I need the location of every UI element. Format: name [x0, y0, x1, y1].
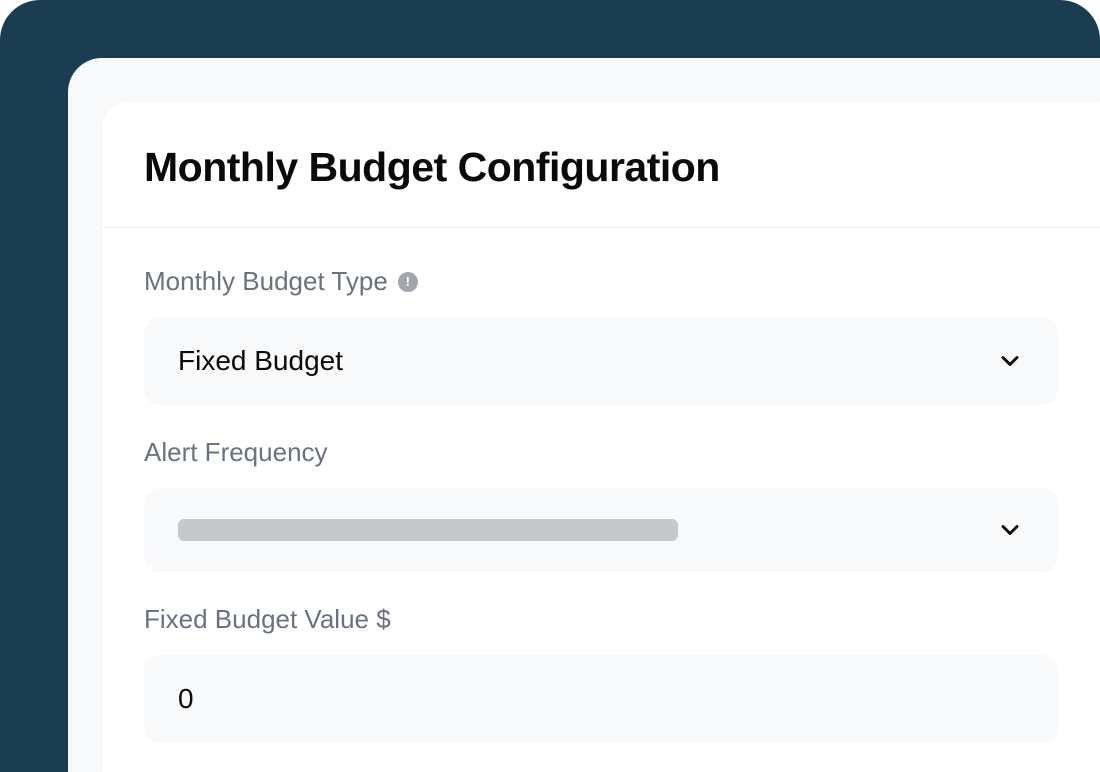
chevron-down-icon: [996, 516, 1024, 544]
fixed-budget-value-label: Fixed Budget Value $: [144, 604, 1058, 635]
fixed-budget-value-text: 0: [178, 683, 194, 715]
card-body: Monthly Budget Type ! Fixed Budget Alert…: [102, 228, 1100, 743]
budget-type-select[interactable]: Fixed Budget: [144, 317, 1058, 405]
info-icon[interactable]: !: [398, 272, 418, 292]
card-header: Monthly Budget Configuration: [102, 102, 1100, 228]
budget-type-value: Fixed Budget: [178, 345, 343, 377]
card-title: Monthly Budget Configuration: [144, 144, 1058, 191]
alert-frequency-label: Alert Frequency: [144, 437, 1058, 468]
outer-frame: Monthly Budget Configuration Monthly Bud…: [0, 0, 1100, 772]
fixed-budget-value-label-text: Fixed Budget Value $: [144, 604, 391, 635]
loading-placeholder: [178, 519, 678, 541]
budget-config-card: Monthly Budget Configuration Monthly Bud…: [102, 102, 1100, 772]
alert-frequency-label-text: Alert Frequency: [144, 437, 328, 468]
alert-frequency-field: Alert Frequency: [144, 437, 1058, 572]
alert-frequency-select[interactable]: [144, 488, 1058, 572]
budget-type-field: Monthly Budget Type ! Fixed Budget: [144, 266, 1058, 405]
fixed-budget-value-field: Fixed Budget Value $ 0: [144, 604, 1058, 743]
chevron-down-icon: [996, 347, 1024, 375]
inner-frame: Monthly Budget Configuration Monthly Bud…: [68, 58, 1100, 772]
budget-type-label: Monthly Budget Type !: [144, 266, 1058, 297]
fixed-budget-value-input[interactable]: 0: [144, 655, 1058, 743]
budget-type-label-text: Monthly Budget Type: [144, 266, 388, 297]
